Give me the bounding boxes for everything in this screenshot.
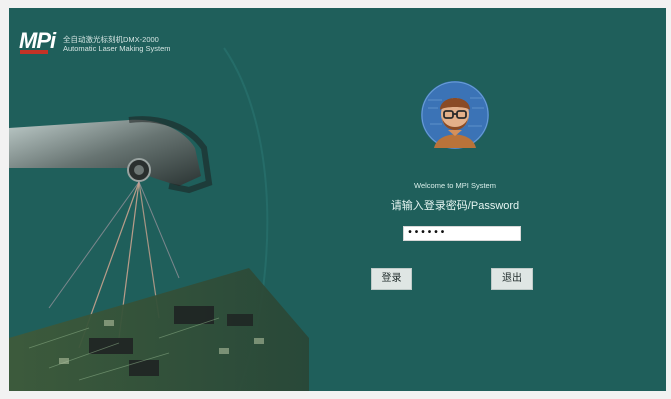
password-prompt: 请输入登录密码/Password bbox=[390, 200, 520, 212]
password-mask: •••••• bbox=[407, 228, 447, 239]
welcome-text: Welcome to MPI System bbox=[414, 181, 496, 190]
brand-header: MPi 全自动激光标刻机DMX-2000 Automatic Laser Mak… bbox=[19, 28, 279, 68]
login-screen: MPi 全自动激光标刻机DMX-2000 Automatic Laser Mak… bbox=[9, 8, 666, 391]
exit-button[interactable]: 退出 bbox=[491, 268, 533, 290]
user-avatar-icon bbox=[421, 81, 489, 149]
window-frame: MPi 全自动激光标刻机DMX-2000 Automatic Laser Mak… bbox=[0, 0, 671, 399]
product-title-en: Automatic Laser Making System bbox=[63, 44, 171, 53]
password-input[interactable]: •••••• bbox=[403, 226, 521, 241]
mpi-logo: MPi bbox=[19, 28, 59, 54]
login-button[interactable]: 登录 bbox=[371, 268, 412, 290]
logo-underline bbox=[20, 50, 48, 54]
